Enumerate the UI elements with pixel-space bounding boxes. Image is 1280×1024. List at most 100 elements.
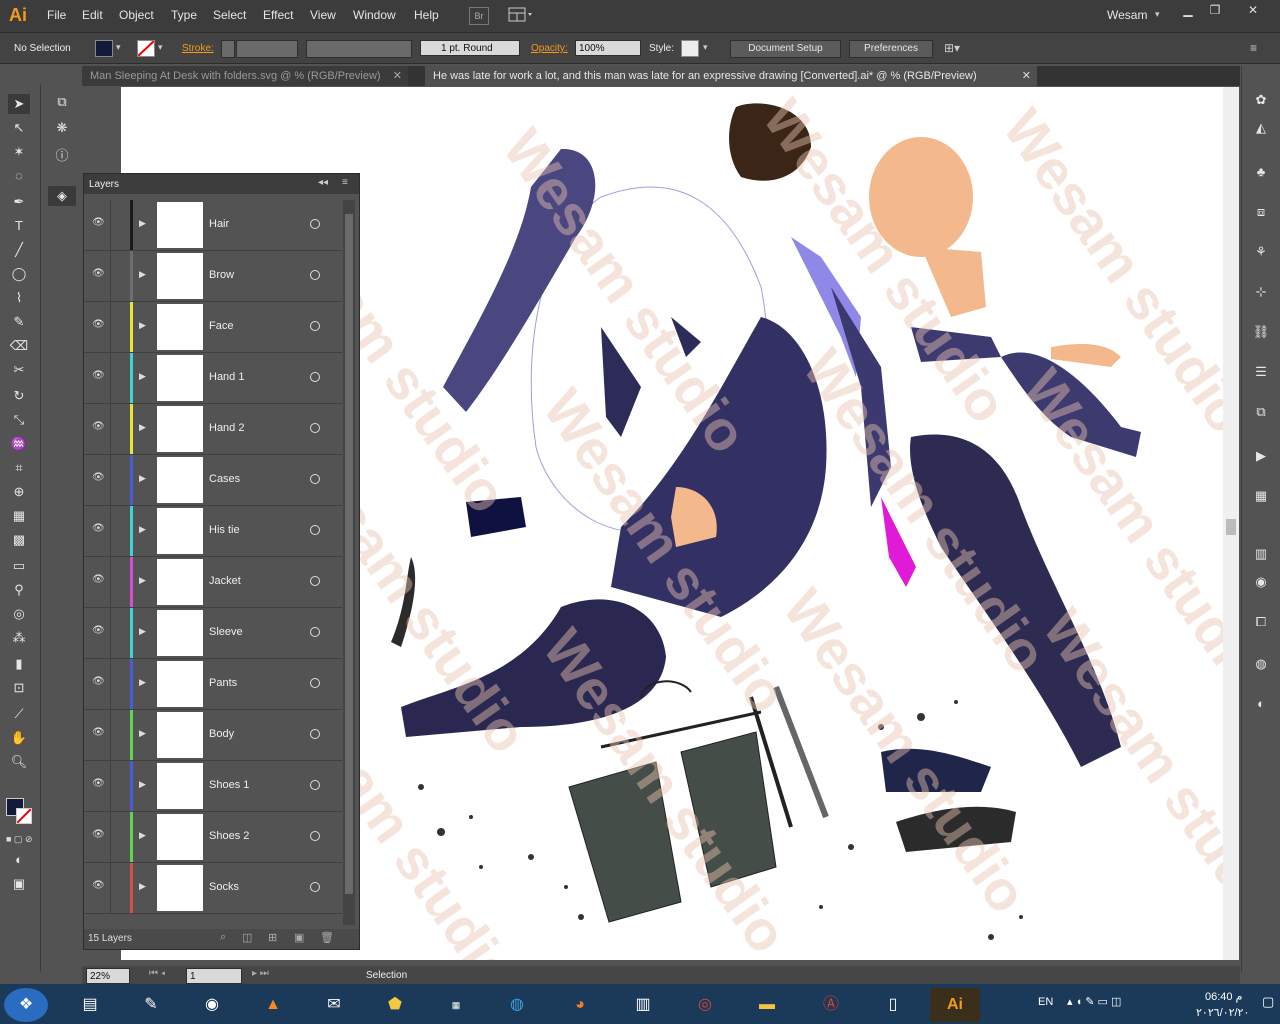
expand-arrow-icon[interactable]: ▶ <box>139 626 146 637</box>
type-tool-icon[interactable]: T <box>8 216 30 236</box>
symbols-icon[interactable]: ⚘ <box>1250 242 1272 262</box>
menu-type[interactable]: Type <box>171 8 197 22</box>
layer-name[interactable]: Shoes 2 <box>209 830 249 842</box>
panel-menu-icon[interactable]: ≡ <box>1250 41 1257 55</box>
task-studio-icon[interactable]: ▦ <box>431 988 481 1022</box>
menu-select[interactable]: Select <box>213 8 246 22</box>
lock-column[interactable] <box>110 557 111 607</box>
language-indicator[interactable]: EN <box>1038 996 1053 1008</box>
visibility-eye-icon[interactable]: 👁︎ <box>92 473 105 483</box>
expand-arrow-icon[interactable]: ▶ <box>139 320 146 331</box>
layer-name[interactable]: Body <box>209 728 234 740</box>
close-icon[interactable]: ✕ <box>393 66 402 86</box>
layer-name[interactable]: Shoes 1 <box>209 779 249 791</box>
gradient-tool-icon[interactable]: ▭ <box>8 556 30 576</box>
stroke-color-box[interactable] <box>16 808 32 824</box>
swatches-icon[interactable]: ♣ <box>1250 162 1272 182</box>
character-icon[interactable]: ▦ <box>1250 486 1272 506</box>
menu-object[interactable]: Object <box>119 8 154 22</box>
chevron-down-icon[interactable]: ▾ <box>1155 9 1160 20</box>
variable-width-profile[interactable] <box>306 40 412 58</box>
slice-tool-icon[interactable]: ⟋ <box>8 704 30 724</box>
target-icon[interactable] <box>310 474 320 484</box>
task-notepad-icon[interactable]: ▯ <box>868 988 918 1022</box>
lock-column[interactable] <box>110 455 111 505</box>
bridge-button[interactable]: Br <box>469 7 489 25</box>
new-layer-icon[interactable]: ▣ <box>294 931 304 944</box>
stroke-weight-input[interactable] <box>236 40 298 58</box>
opacity-input[interactable]: 100% <box>575 40 641 56</box>
layer-row[interactable]: 👁︎ ▶ Jacket <box>84 557 342 608</box>
symbol-sprayer-tool-icon[interactable]: ⁂ <box>8 628 30 648</box>
visibility-eye-icon[interactable]: 👁︎ <box>92 779 105 789</box>
menu-window[interactable]: Window <box>353 8 396 22</box>
direct-selection-tool-icon[interactable]: ↖ <box>8 118 30 138</box>
visibility-eye-icon[interactable]: 👁︎ <box>92 626 105 636</box>
document-setup-button[interactable]: Document Setup <box>730 40 841 58</box>
layer-row[interactable]: 👁︎ ▶ Face <box>84 302 342 353</box>
ellipse-tool-icon[interactable]: ◯ <box>8 264 30 284</box>
target-icon[interactable] <box>310 780 320 790</box>
layer-name[interactable]: Brow <box>209 269 234 281</box>
zoom-level[interactable]: 22% <box>86 968 130 984</box>
draw-mode-icon[interactable]: ◐ <box>8 850 30 870</box>
layer-name[interactable]: Face <box>209 320 233 332</box>
free-transform-tool-icon[interactable]: ⌗ <box>8 458 30 478</box>
tab-man-sleeping[interactable]: Man Sleeping At Desk with folders.svg @ … <box>82 66 408 86</box>
gradient-icon[interactable]: ▥ <box>1250 544 1272 564</box>
minimize-icon[interactable]: ▁ <box>1176 2 1200 20</box>
target-icon[interactable] <box>310 678 320 688</box>
actions-icon[interactable]: ▶ <box>1250 446 1272 466</box>
lock-column[interactable] <box>110 200 111 250</box>
layer-row[interactable]: 👁︎ ▶ Shoes 1 <box>84 761 342 812</box>
graphic-style-swatch[interactable] <box>681 40 699 57</box>
layer-row[interactable]: 👁︎ ▶ Body <box>84 710 342 761</box>
paintbrush-tool-icon[interactable]: ⌇ <box>8 288 30 308</box>
collapse-icon[interactable]: ◂◂ <box>318 177 328 188</box>
expand-arrow-icon[interactable]: ▶ <box>139 830 146 841</box>
lock-column[interactable] <box>110 506 111 556</box>
expand-arrow-icon[interactable]: ▶ <box>139 371 146 382</box>
transparency-icon[interactable]: ◐ <box>1250 694 1272 714</box>
expand-arrow-icon[interactable]: ▶ <box>139 677 146 688</box>
visibility-eye-icon[interactable]: 👁︎ <box>92 218 105 228</box>
target-icon[interactable] <box>310 831 320 841</box>
first-artboard-icon[interactable]: ⏮ ◂ <box>149 968 165 979</box>
task-chrome-icon[interactable]: ◎ <box>680 988 730 1022</box>
clock-time[interactable]: 06:40 م <box>1205 990 1242 1003</box>
rotate-tool-icon[interactable]: ↻ <box>8 386 30 406</box>
expand-arrow-icon[interactable]: ▶ <box>139 269 146 280</box>
layer-name[interactable]: Pants <box>209 677 237 689</box>
layers-scrollbar[interactable] <box>343 200 355 925</box>
layer-row[interactable]: 👁︎ ▶ His tie <box>84 506 342 557</box>
task-app-icon[interactable]: ✉ <box>309 988 359 1022</box>
mesh-tool-icon[interactable]: ▩ <box>8 530 30 550</box>
visibility-eye-icon[interactable]: 👁︎ <box>92 269 105 279</box>
clock-date[interactable]: ٢٠٢٦/٠٢/٢٠ <box>1196 1006 1249 1019</box>
fill-swatch[interactable] <box>95 40 113 57</box>
task-app-a-icon[interactable]: Ⓐ <box>806 988 856 1022</box>
lock-column[interactable] <box>110 353 111 403</box>
symbols-panel-icon[interactable]: ❋ <box>51 118 73 138</box>
task-firefox-icon[interactable]: ◕ <box>555 988 605 1022</box>
task-edge-icon[interactable]: ◍ <box>492 988 542 1022</box>
layer-row[interactable]: 👁︎ ▶ Hand 1 <box>84 353 342 404</box>
new-sublayer-icon[interactable]: ⊞ <box>268 931 277 944</box>
links-icon[interactable]: ⛓ <box>1250 322 1272 342</box>
target-icon[interactable] <box>310 525 320 535</box>
line-tool-icon[interactable]: ╱ <box>8 240 30 260</box>
visibility-eye-icon[interactable]: 👁︎ <box>92 320 105 330</box>
blend-tool-icon[interactable]: ◎ <box>8 604 30 624</box>
arrange-icon[interactable]: ⊞▾ <box>944 41 960 55</box>
target-icon[interactable] <box>310 729 320 739</box>
chevron-down-icon[interactable]: ▾ <box>116 42 121 53</box>
target-icon[interactable] <box>310 219 320 229</box>
lock-column[interactable] <box>110 812 111 862</box>
target-icon[interactable] <box>310 627 320 637</box>
eyedropper-tool-icon[interactable]: ⚲ <box>8 580 30 600</box>
arrange-documents-icon[interactable] <box>508 7 536 23</box>
user-menu[interactable]: Wesam <box>1107 8 1147 22</box>
visibility-eye-icon[interactable]: 👁︎ <box>92 524 105 534</box>
layer-row[interactable]: 👁︎ ▶ Sleeve <box>84 608 342 659</box>
hand-tool-icon[interactable]: ✋ <box>8 728 30 748</box>
